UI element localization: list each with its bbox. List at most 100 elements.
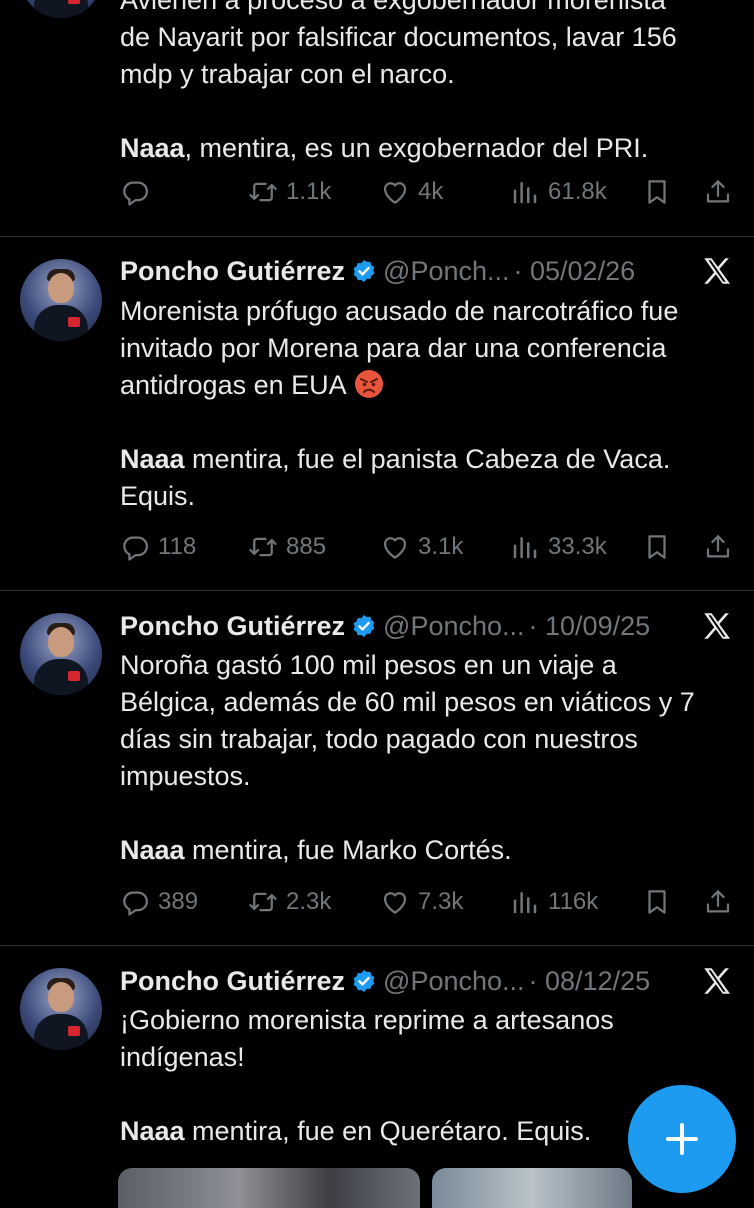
reply-icon: [120, 887, 150, 917]
retweet-button[interactable]: 1.1k: [248, 174, 331, 210]
retweet-icon: [248, 177, 278, 207]
avatar[interactable]: [20, 0, 102, 18]
tweet-text-line: Avienen a proceso a exgobernador morenis…: [120, 0, 666, 15]
share-button[interactable]: [703, 529, 733, 565]
tweet-2[interactable]: Poncho Gutiérrez @Ponch... · 05/02/26 Mo…: [0, 237, 754, 589]
share-button[interactable]: [703, 884, 733, 920]
heart-icon: [380, 177, 410, 207]
author-name[interactable]: Poncho Gutiérrez: [120, 611, 345, 642]
bookmark-button[interactable]: [642, 174, 672, 210]
author-name[interactable]: Poncho Gutiérrez: [120, 256, 345, 287]
punchline-bold: Naaa: [120, 133, 185, 163]
punchline-bold: Naaa: [120, 835, 185, 865]
bookmark-button[interactable]: [642, 529, 672, 565]
tweet-header: Poncho Gutiérrez @Poncho... · 10/09/25: [120, 609, 650, 643]
avatar[interactable]: [20, 968, 102, 1050]
author-handle[interactable]: @Poncho...: [383, 966, 525, 997]
tweet-header: Poncho Gutiérrez @Poncho... · 08/12/25: [120, 964, 650, 998]
tweet-text-line: mdp y trabajar con el narco.: [120, 59, 455, 89]
retweet-count: 2.3k: [286, 888, 332, 915]
media-image[interactable]: [432, 1168, 632, 1208]
tweet-text-segment: antidrogas en EUA: [120, 370, 347, 400]
tweet-text-line: indígenas!: [120, 1042, 245, 1072]
tweet-date[interactable]: · 05/02/26: [514, 256, 636, 287]
tweet-text-line: Bélgica, además de 60 mil pesos en viáti…: [120, 687, 695, 717]
reply-button[interactable]: [120, 174, 158, 210]
author-handle[interactable]: @Poncho...: [383, 611, 525, 642]
share-icon: [703, 887, 733, 917]
reply-button[interactable]: 389: [120, 884, 198, 920]
bookmark-icon: [642, 177, 672, 207]
reply-count: 389: [158, 888, 199, 915]
views-button[interactable]: 33.3k: [510, 529, 607, 565]
tweet-text-line: invitado por Morena para dar una confere…: [120, 333, 667, 363]
angry-face-emoji-icon: [354, 370, 383, 398]
bookmark-icon: [642, 532, 672, 562]
bookmark-button[interactable]: [642, 884, 672, 920]
tweet-3[interactable]: Poncho Gutiérrez @Poncho... · 10/09/25 N…: [0, 591, 754, 944]
tweet-text-line: de Nayarit por falsificar documentos, la…: [120, 22, 677, 52]
like-count: 3.1k: [418, 533, 464, 560]
punchline-text: mentira, fue Marko Cortés.: [184, 835, 512, 865]
tweet-text-line: antidrogas en EUA: [120, 367, 732, 404]
avatar[interactable]: [20, 613, 102, 695]
x-logo-icon: [700, 964, 734, 998]
action-bar: 1.1k 4k 61.8k: [120, 174, 740, 210]
compose-button[interactable]: [628, 1085, 736, 1193]
like-count: 4k: [418, 178, 444, 205]
tweet-punchline: Naaa mentira, fue Marko Cortés.: [120, 832, 732, 869]
tweet-punchline: Naaa, mentira, es un exgobernador del PR…: [120, 130, 732, 167]
retweet-icon: [248, 532, 278, 562]
reply-count: 118: [158, 533, 197, 560]
author-handle[interactable]: @Ponch...: [383, 256, 509, 287]
tweet-punchline: Naaa mentira, fue el panista Cabeza de V…: [120, 441, 732, 478]
tweet-text: Noroña gastó 100 mil pesos en un viaje a…: [120, 647, 732, 869]
bookmark-icon: [642, 887, 672, 917]
views-count: 61.8k: [548, 178, 607, 205]
views-button[interactable]: 61.8k: [510, 174, 607, 210]
heart-icon: [380, 532, 410, 562]
like-count: 7.3k: [418, 888, 464, 915]
tweet-text-line: Equis.: [120, 481, 196, 511]
like-button[interactable]: 7.3k: [380, 884, 463, 920]
tweet-text-line: Noroña gastó 100 mil pesos en un viaje a: [120, 650, 617, 680]
like-button[interactable]: 4k: [380, 174, 443, 210]
tweet-header: Poncho Gutiérrez @Ponch... · 05/02/26: [120, 254, 635, 288]
retweet-icon: [248, 887, 278, 917]
verified-badge-icon: [351, 968, 377, 994]
heart-icon: [380, 887, 410, 917]
like-button[interactable]: 3.1k: [380, 529, 463, 565]
avatar[interactable]: [20, 259, 102, 341]
tweet-date[interactable]: · 10/09/25: [529, 611, 651, 642]
retweet-button[interactable]: 885: [248, 529, 326, 565]
media-image[interactable]: [118, 1168, 420, 1208]
tweet-text-line: ¡Gobierno morenista reprime a artesanos: [120, 1005, 614, 1035]
retweet-button[interactable]: 2.3k: [248, 884, 331, 920]
retweet-count: 1.1k: [286, 178, 332, 205]
punchline-text: mentira, fue el panista Cabeza de Vaca.: [184, 444, 671, 474]
views-count: 116k: [548, 888, 599, 915]
x-logo-icon: [700, 609, 734, 643]
share-button[interactable]: [703, 174, 733, 210]
tweet-date[interactable]: · 08/12/25: [529, 966, 651, 997]
punchline-bold: Naaa: [120, 444, 185, 474]
punchline-text: mentira, fue en Querétaro. Equis.: [184, 1116, 592, 1146]
retweet-count: 885: [286, 533, 327, 560]
views-icon: [510, 177, 540, 207]
share-icon: [703, 532, 733, 562]
views-icon: [510, 532, 540, 562]
verified-badge-icon: [351, 258, 377, 284]
tweet-1[interactable]: Avienen a proceso a exgobernador morenis…: [0, 0, 754, 234]
views-button[interactable]: 116k: [510, 884, 598, 920]
tweet-text: Morenista prófugo acusado de narcotráfic…: [120, 293, 732, 515]
tweet-text-line: días sin trabajar, todo pagado con nuest…: [120, 724, 638, 754]
x-logo-icon: [700, 254, 734, 288]
tweet-text-line: Morenista prófugo acusado de narcotráfic…: [120, 296, 679, 326]
author-name[interactable]: Poncho Gutiérrez: [120, 966, 345, 997]
reply-icon: [120, 177, 150, 207]
verified-badge-icon: [351, 613, 377, 639]
action-bar: 118 885 3.1k 33.3k: [120, 529, 740, 565]
plus-icon: [666, 1123, 698, 1155]
reply-icon: [120, 532, 150, 562]
reply-button[interactable]: 118: [120, 529, 196, 565]
